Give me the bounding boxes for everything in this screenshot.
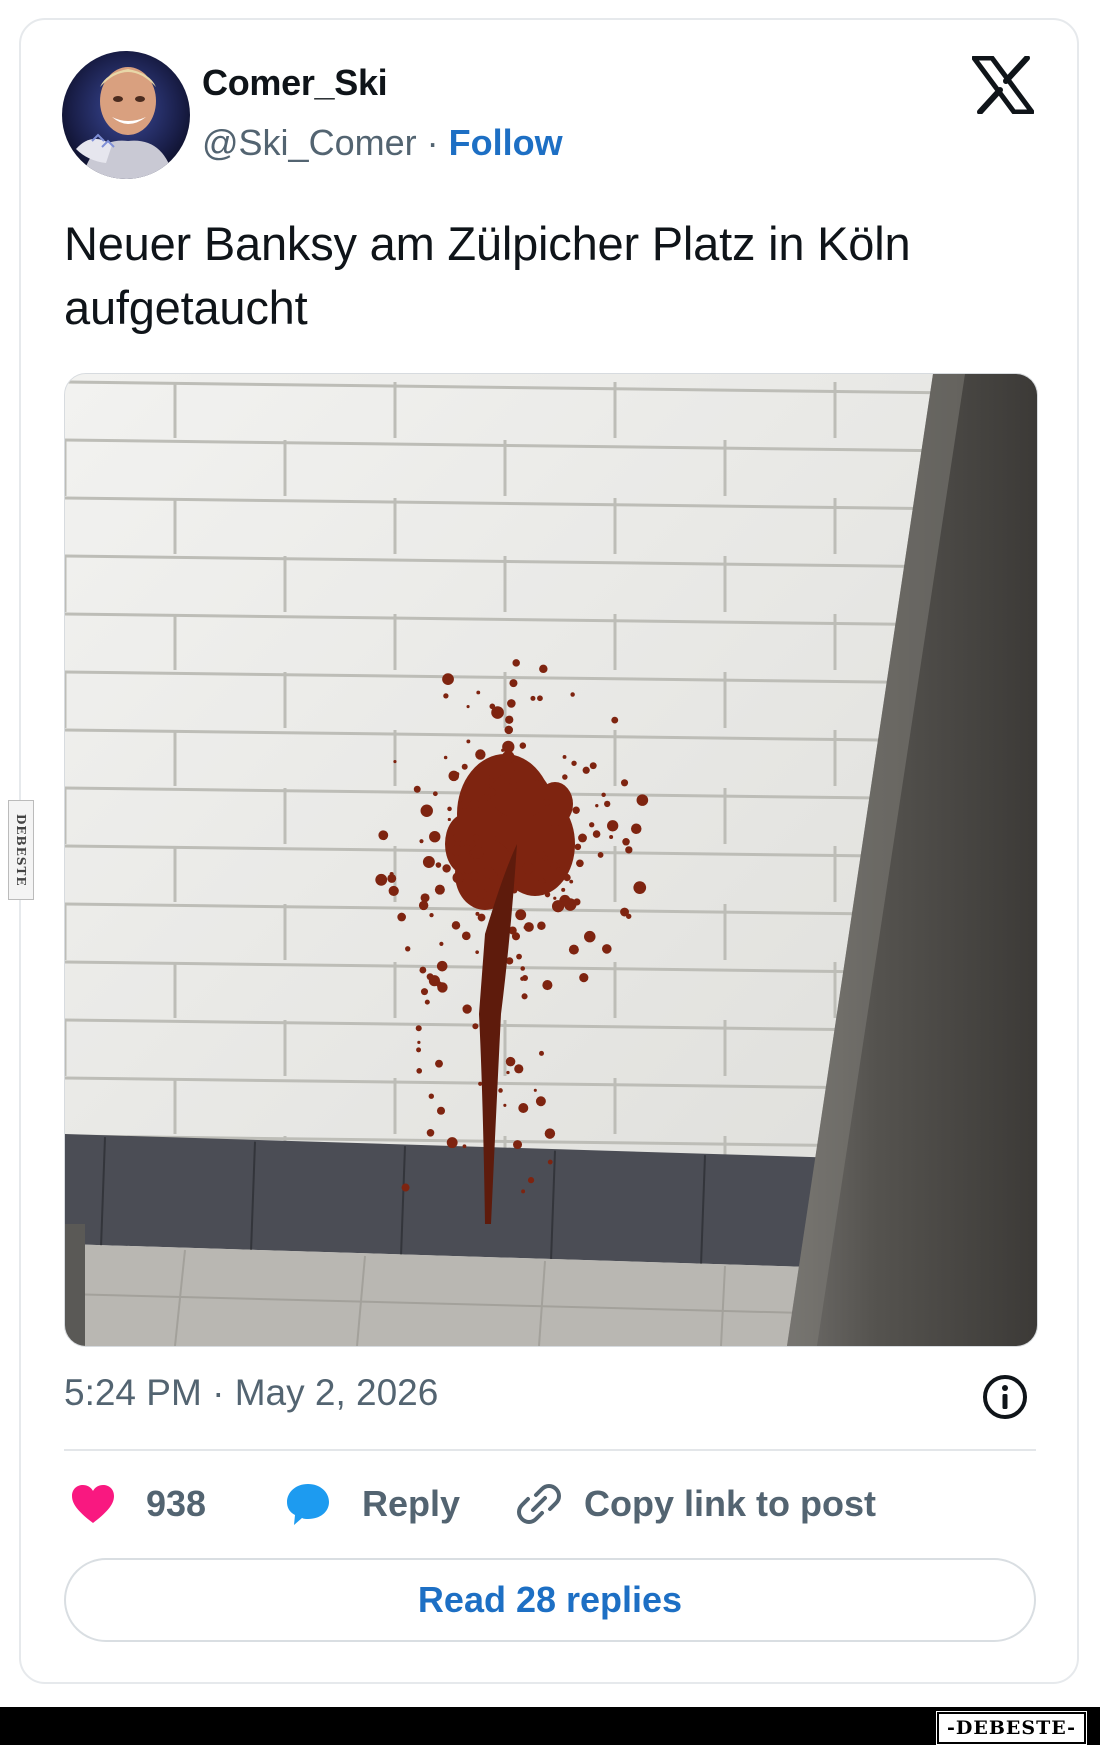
like-count: 938: [146, 1483, 207, 1524]
link-icon: [517, 1484, 561, 1524]
divider: [64, 1449, 1036, 1451]
like-button[interactable]: 938: [70, 1478, 206, 1530]
x-logo-icon[interactable]: [971, 55, 1035, 115]
copy-link-button[interactable]: Copy link to post: [516, 1478, 876, 1530]
author-name[interactable]: Comer_Ski: [202, 62, 388, 104]
heart-icon: [72, 1485, 114, 1523]
avatar[interactable]: [62, 51, 190, 179]
post-image[interactable]: [64, 373, 1038, 1347]
handle-row: @Ski_Comer · Follow: [202, 122, 563, 164]
tweet-text: Neuer Banksy am Zülpicher Platz in Köln …: [64, 217, 911, 334]
bottom-watermark: -DEBESTE-: [936, 1711, 1087, 1745]
read-replies-button[interactable]: Read 28 replies: [64, 1558, 1036, 1642]
post-date: May 2, 2026: [234, 1372, 439, 1413]
reply-button[interactable]: Reply: [284, 1478, 460, 1530]
bottom-bar: -DEBESTE-: [0, 1707, 1100, 1745]
info-icon[interactable]: [980, 1372, 1030, 1422]
timestamp[interactable]: 5:24 PM · May 2, 2026: [64, 1372, 438, 1414]
author-handle[interactable]: @Ski_Comer: [202, 122, 417, 163]
read-replies-label: Read 28 replies: [417, 1579, 683, 1620]
reply-bubble-icon: [287, 1484, 329, 1525]
copy-link-label: Copy link to post: [584, 1483, 876, 1524]
bottom-watermark-text: -DEBESTE-: [947, 1717, 1076, 1739]
post-time: 5:24 PM: [64, 1372, 202, 1413]
side-watermark-text: DEBESTE: [14, 813, 28, 887]
side-watermark: DEBESTE: [8, 800, 34, 900]
reply-label: Reply: [362, 1483, 461, 1524]
handle-separator: ·: [426, 122, 439, 163]
follow-link[interactable]: Follow: [449, 122, 563, 163]
timestamp-separator: ·: [212, 1372, 225, 1413]
